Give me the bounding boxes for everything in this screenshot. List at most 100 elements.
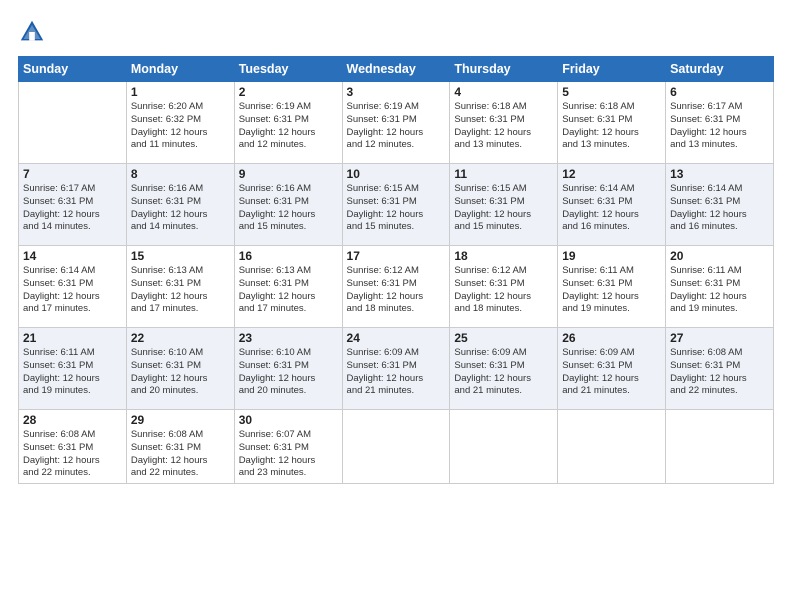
day-info: Sunrise: 6:18 AM Sunset: 6:31 PM Dayligh… <box>454 101 553 152</box>
day-info: Sunrise: 6:16 AM Sunset: 6:31 PM Dayligh… <box>131 183 230 234</box>
day-info: Sunrise: 6:13 AM Sunset: 6:31 PM Dayligh… <box>239 265 338 316</box>
day-info: Sunrise: 6:09 AM Sunset: 6:31 PM Dayligh… <box>347 347 446 398</box>
weekday-header-monday: Monday <box>126 57 234 82</box>
day-number: 5 <box>562 85 661 99</box>
calendar-cell <box>666 410 774 484</box>
calendar-week-row: 14Sunrise: 6:14 AM Sunset: 6:31 PM Dayli… <box>19 246 774 328</box>
day-number: 23 <box>239 331 338 345</box>
day-number: 16 <box>239 249 338 263</box>
day-number: 22 <box>131 331 230 345</box>
calendar-cell: 30 Sunrise: 6:07 AM Sunset: 6:31 PM Dayli… <box>234 410 342 484</box>
day-info: Sunrise: 6:14 AM Sunset: 6:31 PM Dayligh… <box>562 183 661 234</box>
day-info: Sunrise: 6:18 AM Sunset: 6:31 PM Dayligh… <box>562 101 661 152</box>
day-info: Sunrise: 6:07 AM Sunset: 6:31 PM Dayligh… <box>239 429 338 480</box>
day-number: 15 <box>131 249 230 263</box>
calendar-cell: 29 Sunrise: 6:08 AM Sunset: 6:31 PM Dayli… <box>126 410 234 484</box>
calendar-cell: 14Sunrise: 6:14 AM Sunset: 6:31 PM Dayli… <box>19 246 127 328</box>
logo-icon <box>18 18 46 46</box>
calendar-week-row: 7 Sunrise: 6:17 AM Sunset: 6:31 PM Daylig… <box>19 164 774 246</box>
day-number: 24 <box>347 331 446 345</box>
day-number: 26 <box>562 331 661 345</box>
calendar-cell: 21Sunrise: 6:11 AM Sunset: 6:31 PM Dayli… <box>19 328 127 410</box>
calendar-cell: 3Sunrise: 6:19 AM Sunset: 6:31 PM Daylig… <box>342 82 450 164</box>
day-number: 29 <box>131 413 230 427</box>
day-number: 8 <box>131 167 230 181</box>
day-number: 10 <box>347 167 446 181</box>
day-info: Sunrise: 6:09 AM Sunset: 6:31 PM Dayligh… <box>562 347 661 398</box>
weekday-header-row: SundayMondayTuesdayWednesdayThursdayFrid… <box>19 57 774 82</box>
calendar-week-row: 21Sunrise: 6:11 AM Sunset: 6:31 PM Dayli… <box>19 328 774 410</box>
calendar-week-row: 1 Sunrise: 6:20 AM Sunset: 6:32 PM Daylig… <box>19 82 774 164</box>
calendar-cell: 10 Sunrise: 6:15 AM Sunset: 6:31 PM Dayli… <box>342 164 450 246</box>
day-info: Sunrise: 6:12 AM Sunset: 6:31 PM Dayligh… <box>347 265 446 316</box>
calendar-cell: 7 Sunrise: 6:17 AM Sunset: 6:31 PM Daylig… <box>19 164 127 246</box>
day-number: 25 <box>454 331 553 345</box>
day-number: 13 <box>670 167 769 181</box>
calendar-week-row: 28 Sunrise: 6:08 AM Sunset: 6:31 PM Dayli… <box>19 410 774 484</box>
day-info: Sunrise: 6:11 AM Sunset: 6:31 PM Dayligh… <box>670 265 769 316</box>
calendar-cell: 13 Sunrise: 6:14 AM Sunset: 6:31 PM Dayli… <box>666 164 774 246</box>
calendar-cell: 25 Sunrise: 6:09 AM Sunset: 6:31 PM Dayli… <box>450 328 558 410</box>
page: SundayMondayTuesdayWednesdayThursdayFrid… <box>0 0 792 612</box>
weekday-header-sunday: Sunday <box>19 57 127 82</box>
day-number: 18 <box>454 249 553 263</box>
calendar-cell: 2 Sunrise: 6:19 AM Sunset: 6:31 PM Daylig… <box>234 82 342 164</box>
calendar-cell: 27 Sunrise: 6:08 AM Sunset: 6:31 PM Dayli… <box>666 328 774 410</box>
calendar-cell: 19Sunrise: 6:11 AM Sunset: 6:31 PM Dayli… <box>558 246 666 328</box>
weekday-header-wednesday: Wednesday <box>342 57 450 82</box>
header <box>18 18 774 46</box>
day-info: Sunrise: 6:14 AM Sunset: 6:31 PM Dayligh… <box>23 265 122 316</box>
day-number: 30 <box>239 413 338 427</box>
day-info: Sunrise: 6:15 AM Sunset: 6:31 PM Dayligh… <box>347 183 446 234</box>
calendar-cell <box>558 410 666 484</box>
day-number: 19 <box>562 249 661 263</box>
calendar-cell: 1 Sunrise: 6:20 AM Sunset: 6:32 PM Daylig… <box>126 82 234 164</box>
day-info: Sunrise: 6:11 AM Sunset: 6:31 PM Dayligh… <box>23 347 122 398</box>
calendar-cell: 18 Sunrise: 6:12 AM Sunset: 6:31 PM Dayli… <box>450 246 558 328</box>
weekday-header-saturday: Saturday <box>666 57 774 82</box>
calendar-cell: 22 Sunrise: 6:10 AM Sunset: 6:31 PM Dayli… <box>126 328 234 410</box>
day-number: 1 <box>131 85 230 99</box>
calendar-cell: 26 Sunrise: 6:09 AM Sunset: 6:31 PM Dayli… <box>558 328 666 410</box>
weekday-header-thursday: Thursday <box>450 57 558 82</box>
calendar-cell: 9 Sunrise: 6:16 AM Sunset: 6:31 PM Daylig… <box>234 164 342 246</box>
weekday-header-friday: Friday <box>558 57 666 82</box>
day-number: 7 <box>23 167 122 181</box>
day-number: 20 <box>670 249 769 263</box>
calendar-cell: 11Sunrise: 6:15 AM Sunset: 6:31 PM Dayli… <box>450 164 558 246</box>
calendar-cell: 15 Sunrise: 6:13 AM Sunset: 6:31 PM Dayli… <box>126 246 234 328</box>
day-number: 27 <box>670 331 769 345</box>
weekday-header-tuesday: Tuesday <box>234 57 342 82</box>
calendar-cell: 16 Sunrise: 6:13 AM Sunset: 6:31 PM Dayli… <box>234 246 342 328</box>
calendar-cell: 4Sunrise: 6:18 AM Sunset: 6:31 PM Daylig… <box>450 82 558 164</box>
calendar-cell <box>19 82 127 164</box>
logo <box>18 18 49 46</box>
day-info: Sunrise: 6:12 AM Sunset: 6:31 PM Dayligh… <box>454 265 553 316</box>
day-info: Sunrise: 6:10 AM Sunset: 6:31 PM Dayligh… <box>239 347 338 398</box>
calendar-cell: 24 Sunrise: 6:09 AM Sunset: 6:31 PM Dayli… <box>342 328 450 410</box>
day-info: Sunrise: 6:17 AM Sunset: 6:31 PM Dayligh… <box>23 183 122 234</box>
calendar-cell: 5 Sunrise: 6:18 AM Sunset: 6:31 PM Daylig… <box>558 82 666 164</box>
day-info: Sunrise: 6:08 AM Sunset: 6:31 PM Dayligh… <box>131 429 230 480</box>
calendar-cell: 6Sunrise: 6:17 AM Sunset: 6:31 PM Daylig… <box>666 82 774 164</box>
day-info: Sunrise: 6:19 AM Sunset: 6:31 PM Dayligh… <box>239 101 338 152</box>
calendar-cell: 8 Sunrise: 6:16 AM Sunset: 6:31 PM Daylig… <box>126 164 234 246</box>
day-info: Sunrise: 6:08 AM Sunset: 6:31 PM Dayligh… <box>23 429 122 480</box>
day-info: Sunrise: 6:19 AM Sunset: 6:31 PM Dayligh… <box>347 101 446 152</box>
day-info: Sunrise: 6:13 AM Sunset: 6:31 PM Dayligh… <box>131 265 230 316</box>
day-info: Sunrise: 6:10 AM Sunset: 6:31 PM Dayligh… <box>131 347 230 398</box>
day-info: Sunrise: 6:14 AM Sunset: 6:31 PM Dayligh… <box>670 183 769 234</box>
day-info: Sunrise: 6:16 AM Sunset: 6:31 PM Dayligh… <box>239 183 338 234</box>
day-number: 9 <box>239 167 338 181</box>
calendar-cell <box>450 410 558 484</box>
day-info: Sunrise: 6:08 AM Sunset: 6:31 PM Dayligh… <box>670 347 769 398</box>
calendar-cell: 12 Sunrise: 6:14 AM Sunset: 6:31 PM Dayli… <box>558 164 666 246</box>
day-info: Sunrise: 6:09 AM Sunset: 6:31 PM Dayligh… <box>454 347 553 398</box>
day-number: 2 <box>239 85 338 99</box>
calendar-table: SundayMondayTuesdayWednesdayThursdayFrid… <box>18 56 774 484</box>
day-number: 12 <box>562 167 661 181</box>
calendar-cell: 20 Sunrise: 6:11 AM Sunset: 6:31 PM Dayli… <box>666 246 774 328</box>
day-number: 28 <box>23 413 122 427</box>
day-info: Sunrise: 6:20 AM Sunset: 6:32 PM Dayligh… <box>131 101 230 152</box>
day-info: Sunrise: 6:15 AM Sunset: 6:31 PM Dayligh… <box>454 183 553 234</box>
